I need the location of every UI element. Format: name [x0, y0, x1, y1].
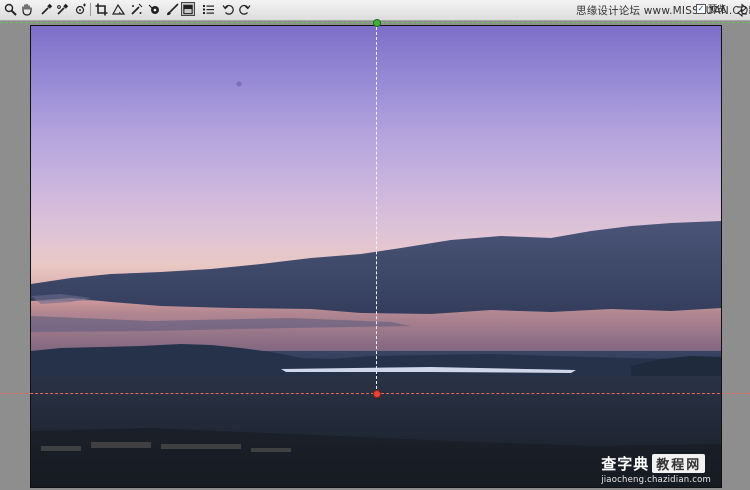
rotate-ccw-icon	[222, 4, 234, 15]
straighten-tool-button[interactable]	[111, 2, 125, 16]
color-sampler-tool-button[interactable]	[55, 2, 69, 16]
hand-icon	[21, 3, 32, 16]
filter-start-pin[interactable]	[373, 19, 381, 27]
toolbar: 思缘设计论坛 www.MISSYUAN.COM ✓ 预览	[0, 0, 750, 21]
straighten-icon	[111, 3, 125, 15]
graduated-filter-tool-button[interactable]	[181, 2, 195, 16]
watermark-url: jiaocheng.chazidian.com	[601, 475, 711, 485]
checkbox-check-icon: ✓	[696, 3, 706, 14]
zoom-tool-button[interactable]	[3, 2, 17, 16]
expand-arrows-icon	[737, 3, 747, 18]
list-icon	[202, 4, 214, 14]
brush-icon	[166, 2, 179, 15]
crop-icon	[95, 3, 107, 15]
magnifier-icon	[4, 3, 17, 16]
red-eye-tool-button[interactable]	[147, 2, 161, 16]
toolbar-separator	[90, 3, 91, 16]
crop-tool-button[interactable]	[94, 2, 108, 16]
adjustment-brush-tool-button[interactable]	[165, 2, 179, 16]
spot-removal-icon	[130, 3, 142, 15]
watermark-main-text: 查字典	[601, 455, 650, 473]
eyedropper-icon	[40, 3, 52, 15]
target-adjustment-tool-button[interactable]	[73, 2, 87, 16]
color-sampler-icon	[56, 3, 68, 15]
spot-removal-tool-button[interactable]	[129, 2, 143, 16]
filter-end-pin[interactable]	[373, 390, 381, 398]
preview-checkbox[interactable]: ✓ 预览	[696, 2, 726, 15]
rotate-cw-icon	[238, 4, 250, 15]
watermark-box-text: 教程网	[652, 454, 706, 473]
rotate-left-tool-button[interactable]	[221, 2, 235, 16]
graduated-filter-icon	[183, 4, 193, 14]
corner-watermark: 查字典 教程网 jiaocheng.chazidian.com	[601, 453, 711, 485]
filter-center-guide-line[interactable]	[376, 22, 377, 394]
hand-tool-button[interactable]	[19, 2, 33, 16]
preview-label: 预览	[708, 5, 727, 15]
fullscreen-toggle-button[interactable]	[736, 2, 748, 18]
target-adjust-icon	[75, 3, 86, 14]
red-eye-icon	[148, 4, 159, 14]
rotate-right-tool-button[interactable]	[237, 2, 251, 16]
preferences-tool-button[interactable]	[201, 2, 215, 16]
white-balance-tool-button[interactable]	[39, 2, 53, 16]
